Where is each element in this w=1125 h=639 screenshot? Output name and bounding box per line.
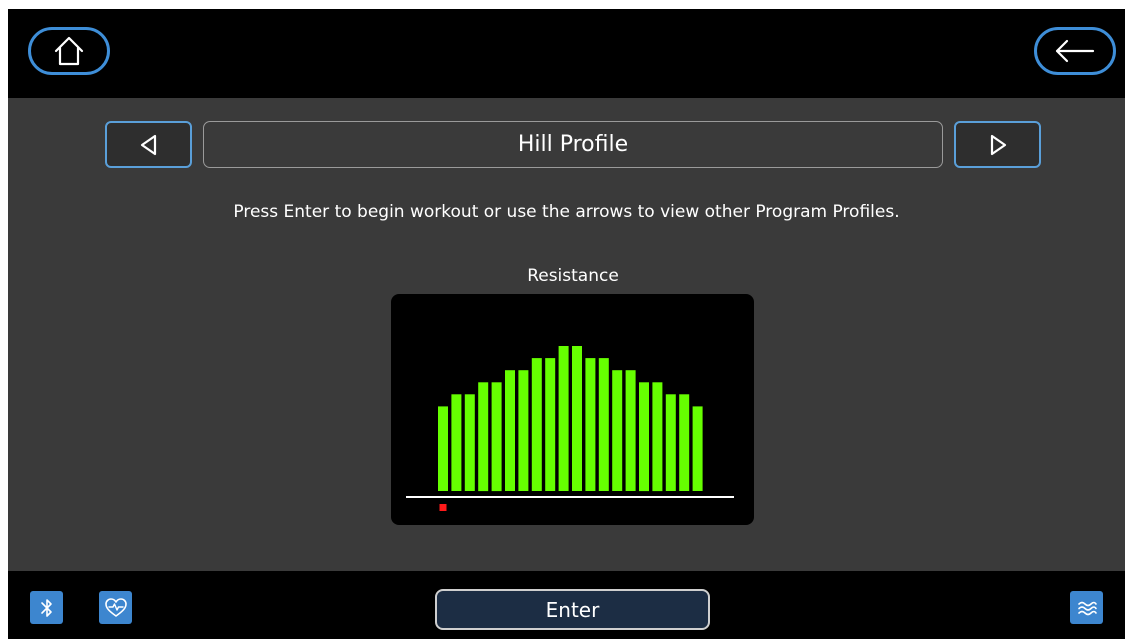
resistance-bar-3	[464, 394, 475, 491]
resistance-bar-9	[545, 358, 556, 491]
resistance-bar-5	[491, 382, 502, 492]
resistance-bar-17	[652, 382, 663, 492]
resistance-bar-15	[625, 370, 636, 491]
enter-button-label: Enter	[545, 597, 600, 622]
resistance-bar-4	[478, 382, 489, 492]
resistance-chart-panel	[391, 294, 754, 525]
heart-rate-button[interactable]	[99, 591, 132, 624]
current-segment-marker	[439, 504, 447, 511]
resistance-bar-11	[572, 346, 582, 491]
instruction-text: Press Enter to begin workout or use the …	[233, 202, 900, 222]
triangle-right-icon	[990, 134, 1006, 155]
triangle-left-icon	[140, 134, 156, 155]
program-profile-screen: Hill Profile Press Enter to begin workou…	[8, 9, 1125, 639]
previous-profile-button[interactable]	[105, 121, 192, 168]
resistance-chart	[406, 346, 734, 511]
resistance-bar-8	[531, 358, 542, 491]
profile-title-box: Hill Profile	[203, 121, 943, 168]
enter-button[interactable]: Enter	[435, 589, 710, 630]
profile-title: Hill Profile	[517, 132, 629, 157]
bluetooth-icon	[40, 598, 52, 617]
resistance-bar-20	[692, 406, 703, 491]
back-button[interactable]	[1034, 27, 1116, 75]
resistance-bar-13	[598, 358, 609, 491]
back-arrow-icon	[1055, 39, 1095, 63]
menu-waves-icon	[1077, 601, 1097, 615]
home-icon	[54, 36, 84, 66]
menu-button[interactable]	[1070, 591, 1103, 624]
marker-group	[439, 504, 447, 511]
resistance-bar-7	[518, 370, 529, 491]
top-bar	[8, 9, 1125, 98]
resistance-bar-1	[438, 406, 448, 491]
resistance-bar-18	[665, 394, 676, 491]
resistance-bar-16	[639, 382, 649, 492]
bottom-bar: Enter	[8, 571, 1125, 639]
heart-rate-icon	[104, 597, 127, 617]
resistance-bar-10	[558, 346, 569, 491]
chart-title: Resistance	[527, 266, 619, 286]
resistance-bar-12	[585, 358, 596, 491]
next-profile-button[interactable]	[954, 121, 1041, 168]
home-button[interactable]	[28, 27, 110, 75]
bars-group	[438, 346, 703, 492]
bluetooth-button[interactable]	[30, 591, 63, 624]
resistance-bar-14	[612, 370, 623, 491]
resistance-bar-2	[451, 394, 462, 491]
resistance-bar-6	[505, 370, 515, 491]
resistance-bar-19	[679, 394, 690, 491]
